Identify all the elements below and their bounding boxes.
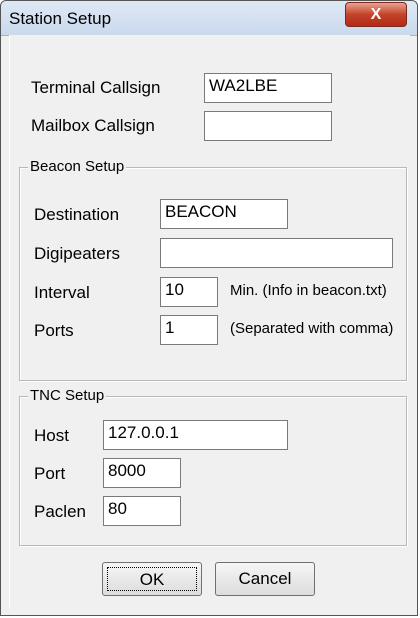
window-title: Station Setup — [9, 9, 112, 28]
ok-button-label: OK — [107, 567, 197, 591]
beacon-setup-title: Beacon Setup — [28, 158, 127, 175]
destination-label: Destination — [34, 205, 120, 224]
mailbox-callsign-label: Mailbox Callsign — [31, 116, 155, 135]
close-icon: X — [370, 6, 382, 23]
paclen-label: Paclen — [34, 502, 86, 521]
destination-input[interactable]: BEACON — [160, 199, 288, 229]
terminal-callsign-input[interactable]: WA2LBE — [204, 73, 332, 103]
interval-label: Interval — [34, 283, 90, 302]
title-bar: Station Setup X — [1, 1, 417, 36]
ports-input[interactable]: 1 — [160, 315, 218, 345]
ok-button[interactable]: OK — [102, 562, 202, 596]
ports-hint: (Separated with comma) — [230, 320, 394, 337]
beacon-setup-group: Beacon Setup Destination BEACON Digipeat… — [19, 158, 407, 381]
ports-label: Ports — [34, 321, 74, 340]
interval-input[interactable]: 10 — [160, 277, 218, 307]
port-label: Port — [34, 464, 66, 483]
digipeaters-input[interactable] — [160, 238, 393, 268]
mailbox-callsign-input[interactable] — [204, 111, 332, 141]
dialog-body: Terminal Callsign WA2LBE Mailbox Callsig… — [9, 35, 410, 609]
cancel-button[interactable]: Cancel — [215, 562, 315, 596]
interval-hint: Min. (Info in beacon.txt) — [230, 282, 387, 299]
host-input[interactable]: 127.0.0.1 — [103, 420, 288, 450]
close-button[interactable]: X — [345, 2, 407, 27]
station-setup-dialog: Station Setup X Terminal Callsign WA2LBE… — [0, 0, 418, 616]
tnc-setup-title: TNC Setup — [28, 387, 107, 404]
tnc-setup-group: TNC Setup Host 127.0.0.1 Port 8000 Pacle… — [19, 387, 407, 546]
port-input[interactable]: 8000 — [103, 458, 181, 488]
digipeaters-label: Digipeaters — [34, 244, 120, 263]
terminal-callsign-label: Terminal Callsign — [31, 78, 161, 97]
host-label: Host — [34, 426, 69, 445]
paclen-input[interactable]: 80 — [103, 496, 181, 526]
